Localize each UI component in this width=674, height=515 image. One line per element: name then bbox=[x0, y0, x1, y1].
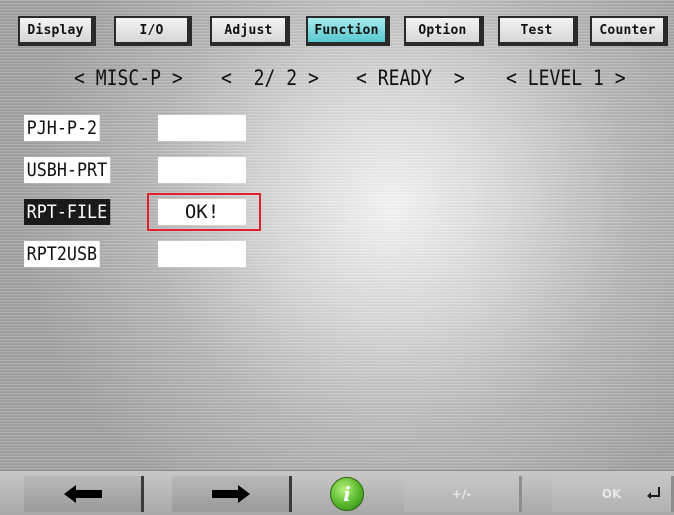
selection-highlight-box bbox=[147, 193, 261, 231]
tab-test[interactable]: Test bbox=[498, 16, 578, 46]
arrow-left-icon bbox=[63, 485, 102, 503]
tab-io[interactable]: I/O bbox=[114, 16, 192, 46]
prev-button[interactable] bbox=[24, 476, 144, 512]
tab-option[interactable]: Option bbox=[404, 16, 484, 46]
status-header: < MISC-P > < 2/ 2 > < READY > < LEVEL 1 … bbox=[66, 64, 656, 92]
mode-indicator: < MISC-P > bbox=[74, 66, 183, 90]
level-indicator: < LEVEL 1 > bbox=[506, 66, 626, 90]
state-indicator: < READY > bbox=[356, 66, 465, 90]
param-value-rpt2usb[interactable] bbox=[158, 241, 246, 267]
arrow-right-icon bbox=[211, 485, 250, 503]
param-value-usbh-prt[interactable] bbox=[158, 157, 246, 183]
ok-label: OK bbox=[601, 487, 622, 501]
tab-display[interactable]: Display bbox=[18, 16, 96, 46]
page-indicator: < 2/ 2 > bbox=[221, 66, 319, 90]
plus-minus-button[interactable]: +/- bbox=[404, 476, 522, 512]
top-tab-bar: Display I/O Adjust Function Option Test … bbox=[0, 0, 674, 56]
param-label-rpt-file[interactable]: RPT-FILE bbox=[24, 199, 110, 225]
param-value-pjh-p-2[interactable] bbox=[158, 115, 246, 141]
ok-button[interactable]: OK bbox=[552, 476, 674, 512]
tab-function[interactable]: Function bbox=[306, 16, 390, 46]
param-label-usbh-prt[interactable]: USBH-PRT bbox=[24, 157, 110, 183]
plus-minus-label: +/- bbox=[451, 487, 472, 501]
tab-adjust[interactable]: Adjust bbox=[210, 16, 290, 46]
param-label-pjh-p-2[interactable]: PJH-P-2 bbox=[24, 115, 100, 141]
next-button[interactable] bbox=[172, 476, 292, 512]
tab-counter[interactable]: Counter bbox=[590, 16, 668, 46]
enter-icon bbox=[647, 487, 660, 499]
param-label-rpt2usb[interactable]: RPT2USB bbox=[24, 241, 100, 267]
info-icon[interactable]: i bbox=[330, 477, 364, 511]
